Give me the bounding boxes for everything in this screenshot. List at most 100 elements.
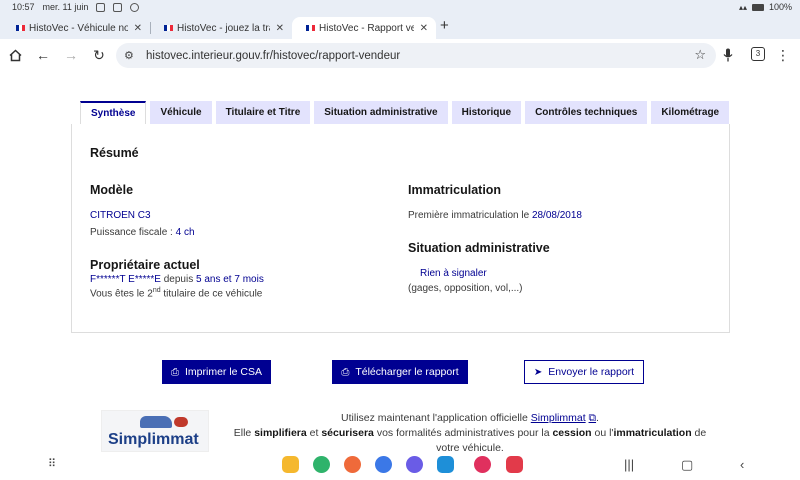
printer-icon: ⎙ <box>341 366 350 378</box>
forward-icon[interactable]: → <box>62 46 80 64</box>
owner-duration: 5 ans et 7 mois <box>196 274 264 285</box>
home-button-icon[interactable]: ▢ <box>681 457 693 473</box>
synthese-panel: Résumé Modèle CITROEN C3 Puissance fisca… <box>71 124 730 333</box>
browser-tab[interactable]: HistoVec - jouez la transp ✕ <box>150 17 292 39</box>
download-report-button[interactable]: ⎙ Télécharger le rapport <box>332 360 468 384</box>
print-csa-button[interactable]: ⎙ Imprimer le CSA <box>162 360 271 384</box>
promo-bold: sécurisera <box>321 427 374 439</box>
android-nav-bar: ⠿ ||| ▢ ‹ <box>0 452 800 480</box>
star-icon[interactable]: ☆ <box>694 47 706 63</box>
app-drawer-icon[interactable]: ⠿ <box>48 457 56 470</box>
browser-tab-strip: HistoVec - Véhicule non t ✕ HistoVec - j… <box>0 14 800 39</box>
calendar-app-icon[interactable] <box>437 456 454 473</box>
french-flag-icon <box>16 25 25 31</box>
simplimmat-link[interactable]: Simplimmat <box>531 412 586 424</box>
promo-line-1-text: Utilisez maintenant l'application offici… <box>341 412 528 424</box>
report-tabs: Synthèse Véhicule Titulaire et Titre Sit… <box>80 101 730 124</box>
mic-icon[interactable] <box>719 46 737 64</box>
tab-vehicule[interactable]: Véhicule <box>150 101 212 124</box>
owner-name: F******T E*****E <box>90 274 161 285</box>
promo-bold: cession <box>552 427 592 439</box>
browser-tab-active[interactable]: HistoVec - Rapport vende ✕ <box>292 17 436 39</box>
situation-heading: Situation administrative <box>408 241 550 255</box>
simplimmat-logo[interactable]: Simplimmat <box>101 410 209 452</box>
printer-icon: ⎙ <box>170 366 179 378</box>
promo-text: ou l' <box>594 427 614 439</box>
situation-status: Rien à signaler <box>420 268 487 279</box>
first-registration: Première immatriculation le 28/08/2018 <box>408 210 582 221</box>
simplimmat-promo-text: Utilisez maintenant l'application offici… <box>230 411 710 456</box>
send-report-button[interactable]: ➤ Envoyer le rapport <box>524 360 644 384</box>
files-app-icon[interactable] <box>282 456 299 473</box>
signal-icon: ▴▴ <box>738 2 747 12</box>
puissance-label: Puissance fiscale : <box>90 227 173 238</box>
browser-tab-title: HistoVec - Véhicule non t <box>29 22 128 34</box>
tab-titulaire[interactable]: Titulaire et Titre <box>215 101 311 124</box>
tab-kilometrage[interactable]: Kilométrage <box>651 101 730 124</box>
french-flag-icon <box>306 25 315 31</box>
puissance-value: 4 ch <box>175 227 195 238</box>
url-text[interactable]: histovec.interieur.gouv.fr/histovec/rapp… <box>146 50 400 62</box>
send-icon: ➤ <box>533 366 543 378</box>
first-registration-date: 28/08/2018 <box>531 210 582 221</box>
close-tab-icon[interactable]: ✕ <box>134 23 142 34</box>
browser-tab[interactable]: HistoVec - Véhicule non t ✕ <box>2 17 150 39</box>
battery-level: 100% <box>768 2 792 12</box>
recents-icon[interactable]: ||| <box>624 457 634 472</box>
battery-icon <box>751 3 764 11</box>
tab-synthese[interactable]: Synthèse <box>80 101 147 124</box>
situation-detail: (gages, opposition, vol,...) <box>408 283 523 294</box>
promo-line-1: Utilisez maintenant l'application offici… <box>341 412 599 424</box>
simplimmat-logo-text: Simplimmat <box>108 431 199 448</box>
puissance-fiscale: Puissance fiscale : 4 ch <box>90 227 195 238</box>
first-registration-label: Première immatriculation le <box>408 210 530 221</box>
close-tab-icon[interactable]: ✕ <box>420 23 428 34</box>
back-button-icon[interactable]: ‹ <box>740 457 744 472</box>
motorcycle-icon <box>174 417 188 427</box>
internet-app-icon[interactable] <box>406 456 423 473</box>
status-bar: 10:57 mer. 11 juin ▴▴ 100% <box>0 0 800 14</box>
back-icon[interactable]: ← <box>34 46 52 64</box>
status-time: 10:57 <box>12 2 35 12</box>
close-tab-icon[interactable]: ✕ <box>276 23 284 34</box>
french-flag-icon <box>164 25 173 31</box>
tab-historique[interactable]: Historique <box>451 101 522 124</box>
tab-situation-administrative[interactable]: Situation administrative <box>314 101 448 124</box>
print-csa-label: Imprimer le CSA <box>184 366 262 378</box>
promo-line-2: Elle simplifiera et sécurisera vos forma… <box>230 426 710 441</box>
proprietaire-heading: Propriétaire actuel <box>90 258 200 272</box>
vehicle-model: CITROEN C3 <box>90 210 151 221</box>
address-bar[interactable]: ⚙ histovec.interieur.gouv.fr/histovec/ra… <box>116 43 716 68</box>
owner-line: F******T E*****E depuis 5 ans et 7 mois <box>90 274 264 285</box>
tabs-icon[interactable]: 3 <box>751 47 765 61</box>
modele-heading: Modèle <box>90 183 134 197</box>
video-app-icon[interactable] <box>506 456 523 473</box>
immatriculation-heading: Immatriculation <box>408 183 502 197</box>
browser-tab-title: HistoVec - Rapport vende <box>319 22 414 34</box>
phone-app-icon[interactable] <box>313 456 330 473</box>
depuis-label: depuis <box>163 274 194 285</box>
promo-text: Elle <box>233 427 252 439</box>
owner-rank-sup: nd <box>152 287 161 294</box>
owner-rank: Vous êtes le 2nd titulaire de ce véhicul… <box>90 287 262 299</box>
send-report-label: Envoyer le rapport <box>548 366 635 378</box>
home-icon[interactable] <box>6 46 24 64</box>
reload-icon[interactable]: ↻ <box>90 46 108 64</box>
gallery-notification-icon <box>96 2 106 12</box>
tab-controles-techniques[interactable]: Contrôles techniques <box>525 101 648 124</box>
tune-icon[interactable]: ⚙ <box>124 49 138 62</box>
contacts-app-icon[interactable] <box>344 456 361 473</box>
flower-app-icon[interactable] <box>474 456 491 473</box>
promo-bold: immatriculation <box>613 427 692 439</box>
promo-text: et <box>309 427 319 439</box>
new-tab-icon[interactable]: + <box>440 17 449 34</box>
car-icon <box>140 416 172 428</box>
messages-app-icon[interactable] <box>375 456 392 473</box>
owner-rank-suffix: titulaire de ce véhicule <box>163 288 263 300</box>
promo-text: vos formalités administratives pour la <box>376 427 550 439</box>
resume-heading: Résumé <box>90 146 139 160</box>
external-link-icon[interactable]: ⧉ <box>589 412 597 424</box>
download-report-label: Télécharger le rapport <box>355 366 459 378</box>
menu-icon[interactable]: ⋮ <box>774 46 792 64</box>
promo-bold: simplifiera <box>254 427 307 439</box>
